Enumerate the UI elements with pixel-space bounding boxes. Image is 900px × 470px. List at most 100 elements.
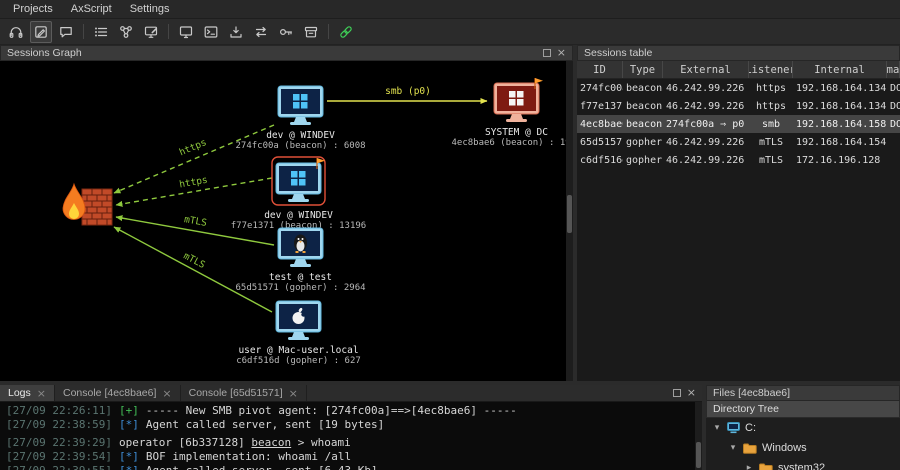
col-listener[interactable]: Listener	[749, 61, 793, 78]
session-row-f77e1371[interactable]: f77e1371 beacon 46.242.99.226 https 192.…	[577, 97, 900, 115]
float-panel-icon[interactable]	[543, 49, 551, 57]
sessions-graph-button[interactable]	[115, 21, 137, 43]
graph-node-65d51571[interactable]: test @ test 65d51571 (gopher) : 2964	[235, 228, 365, 293]
log-tag: [*]	[119, 418, 139, 431]
table-header-row: ID Type External Listener Internal Domai…	[577, 61, 900, 79]
cell-domain: DO	[887, 83, 900, 94]
tab-logs[interactable]: Logs ×	[0, 385, 55, 401]
tree-item-windows[interactable]: ▾ Windows	[706, 438, 900, 458]
targets-button[interactable]	[140, 21, 162, 43]
console-panel: Logs × Console [4ec8bae6] × Console [65d…	[0, 385, 702, 470]
cell-external: 46.242.99.226	[663, 83, 749, 94]
credentials-button[interactable]	[275, 21, 297, 43]
session-row-c6df516d[interactable]: c6df516d gopher 46.242.99.226 mTLS 172.1…	[577, 151, 900, 169]
close-panel-icon[interactable]: ×	[687, 389, 696, 397]
svg-text:smb (p0): smb (p0)	[385, 86, 431, 97]
tab-close-icon[interactable]: ×	[289, 388, 298, 399]
downloads-icon	[228, 24, 244, 40]
close-panel-icon[interactable]: ×	[557, 49, 566, 57]
menu-axscript[interactable]: AxScript	[62, 1, 121, 17]
graph-node-c6df516d[interactable]: user @ Mac-user.local c6df516d (gopher) …	[236, 301, 361, 366]
caret-icon[interactable]: ▾	[728, 443, 738, 453]
menu-settings[interactable]: Settings	[121, 1, 179, 17]
svg-text:4ec8bae6 (beacon) : 1904: 4ec8bae6 (beacon) : 1904	[451, 138, 573, 148]
tab-label: Console [4ec8bae6]	[63, 387, 156, 399]
console-scrollbar-thumb[interactable]	[696, 442, 701, 468]
windows-monitor-flagged-icon	[272, 157, 325, 205]
windows-monitor-icon	[278, 86, 323, 125]
firewall-node[interactable]	[63, 184, 112, 225]
terminal-button[interactable]	[200, 21, 222, 43]
graph-node-4ec8bae6[interactable]: SYSTEM @ DC 4ec8bae6 (beacon) : 1904	[451, 78, 573, 148]
graph-node-274fc00a[interactable]: dev @ WINDEV 274fc00a (beacon) : 6008	[235, 86, 365, 151]
log-message: ----- New SMB pivot agent: [274fc00a]==>…	[146, 404, 517, 417]
log-timestamp: [27/09 22:39:29]	[6, 436, 112, 449]
svg-text:65d51571 (gopher) : 2964: 65d51571 (gopher) : 2964	[235, 283, 365, 293]
beacon-link[interactable]: beacon	[251, 436, 291, 449]
log-message: operator [6b337128]	[119, 436, 251, 449]
caret-icon[interactable]: ▸	[744, 463, 754, 470]
cell-external: 46.242.99.226	[663, 155, 749, 166]
graph-scrollbar-thumb[interactable]	[567, 195, 572, 233]
remote-desktop-button[interactable]	[175, 21, 197, 43]
svg-text:mTLS: mTLS	[181, 251, 207, 272]
float-panel-icon[interactable]	[673, 389, 681, 397]
toolbar-separator	[168, 24, 169, 39]
cell-id: 4ec8bae6	[577, 119, 623, 130]
tab-close-icon[interactable]: ×	[37, 388, 46, 399]
console-scrollbar[interactable]	[695, 402, 702, 470]
headset-button[interactable]	[5, 21, 27, 43]
session-row-4ec8bae6[interactable]: 4ec8bae6 beacon 274fc00a ⇒ p0 smb 192.16…	[577, 115, 900, 133]
log-line: [27/09 22:39:54][*]BOF implementation: w…	[6, 450, 688, 464]
toolbar	[0, 19, 900, 45]
tree-item-system32[interactable]: ▸ system32	[706, 458, 900, 470]
tree-item-c-drive[interactable]: ▾ C:	[706, 418, 900, 438]
sessions-table-button[interactable]	[90, 21, 112, 43]
tab-label: Console [65d51571]	[189, 387, 283, 399]
toolbar-separator	[328, 24, 329, 39]
cell-listener: mTLS	[749, 137, 793, 148]
svg-text:mTLS: mTLS	[183, 214, 208, 229]
tab-console-4ec8bae6[interactable]: Console [4ec8bae6] ×	[55, 385, 181, 401]
session-row-274fc00a[interactable]: 274fc00a beacon 46.242.99.226 https 192.…	[577, 79, 900, 97]
notes-button[interactable]	[30, 21, 52, 43]
cell-type: beacon	[623, 119, 663, 130]
log-line: [27/09 22:26:11][+]----- New SMB pivot a…	[6, 404, 688, 418]
svg-text:https: https	[179, 175, 209, 191]
session-row-65d51571[interactable]: 65d51571 gopher 46.242.99.226 mTLS 192.1…	[577, 133, 900, 151]
downloads-button[interactable]	[225, 21, 247, 43]
tab-console-65d51571[interactable]: Console [65d51571] ×	[181, 385, 307, 401]
cell-domain: DO	[887, 119, 900, 130]
graph-node-f77e1371[interactable]: dev @ WINDEV f77e1371 (beacon) : 13196	[231, 157, 366, 231]
cell-id: f77e1371	[577, 101, 623, 112]
sessions-graph-header: Sessions Graph ×	[0, 45, 573, 61]
tab-close-icon[interactable]: ×	[162, 388, 171, 399]
graph-canvas: smb (p0) https https mTLS mTLS	[0, 61, 573, 381]
chat-button[interactable]	[55, 21, 77, 43]
graph-scrollbar[interactable]	[566, 61, 573, 381]
edge-https-f77e1371: https	[116, 175, 272, 205]
col-domain[interactable]: Domain	[887, 61, 900, 78]
storage-icon	[303, 24, 319, 40]
log-line: [27/09 22:38:59][*]Agent called server, …	[6, 418, 688, 432]
caret-icon[interactable]: ▾	[712, 423, 722, 433]
terminal-icon	[203, 24, 219, 40]
menu-projects[interactable]: Projects	[4, 1, 62, 17]
cell-type: beacon	[623, 101, 663, 112]
storage-button[interactable]	[300, 21, 322, 43]
svg-text:dev @ WINDEV: dev @ WINDEV	[264, 210, 333, 221]
col-type[interactable]: Type	[623, 61, 663, 78]
col-internal[interactable]: Internal	[793, 61, 887, 78]
targets-icon	[143, 24, 159, 40]
cell-type: beacon	[623, 83, 663, 94]
notes-icon	[33, 24, 49, 40]
col-external[interactable]: External	[663, 61, 749, 78]
cell-internal: 192.168.164.134	[793, 83, 887, 94]
svg-text:c6df516d (gopher) : 627: c6df516d (gopher) : 627	[236, 356, 361, 366]
tunnels-button[interactable]	[250, 21, 272, 43]
sessions-graph[interactable]: smb (p0) https https mTLS mTLS	[0, 61, 573, 381]
cell-external: 46.242.99.226	[663, 101, 749, 112]
col-id[interactable]: ID	[577, 61, 623, 78]
connect-button[interactable]	[335, 21, 357, 43]
cell-type: gopher	[623, 137, 663, 148]
